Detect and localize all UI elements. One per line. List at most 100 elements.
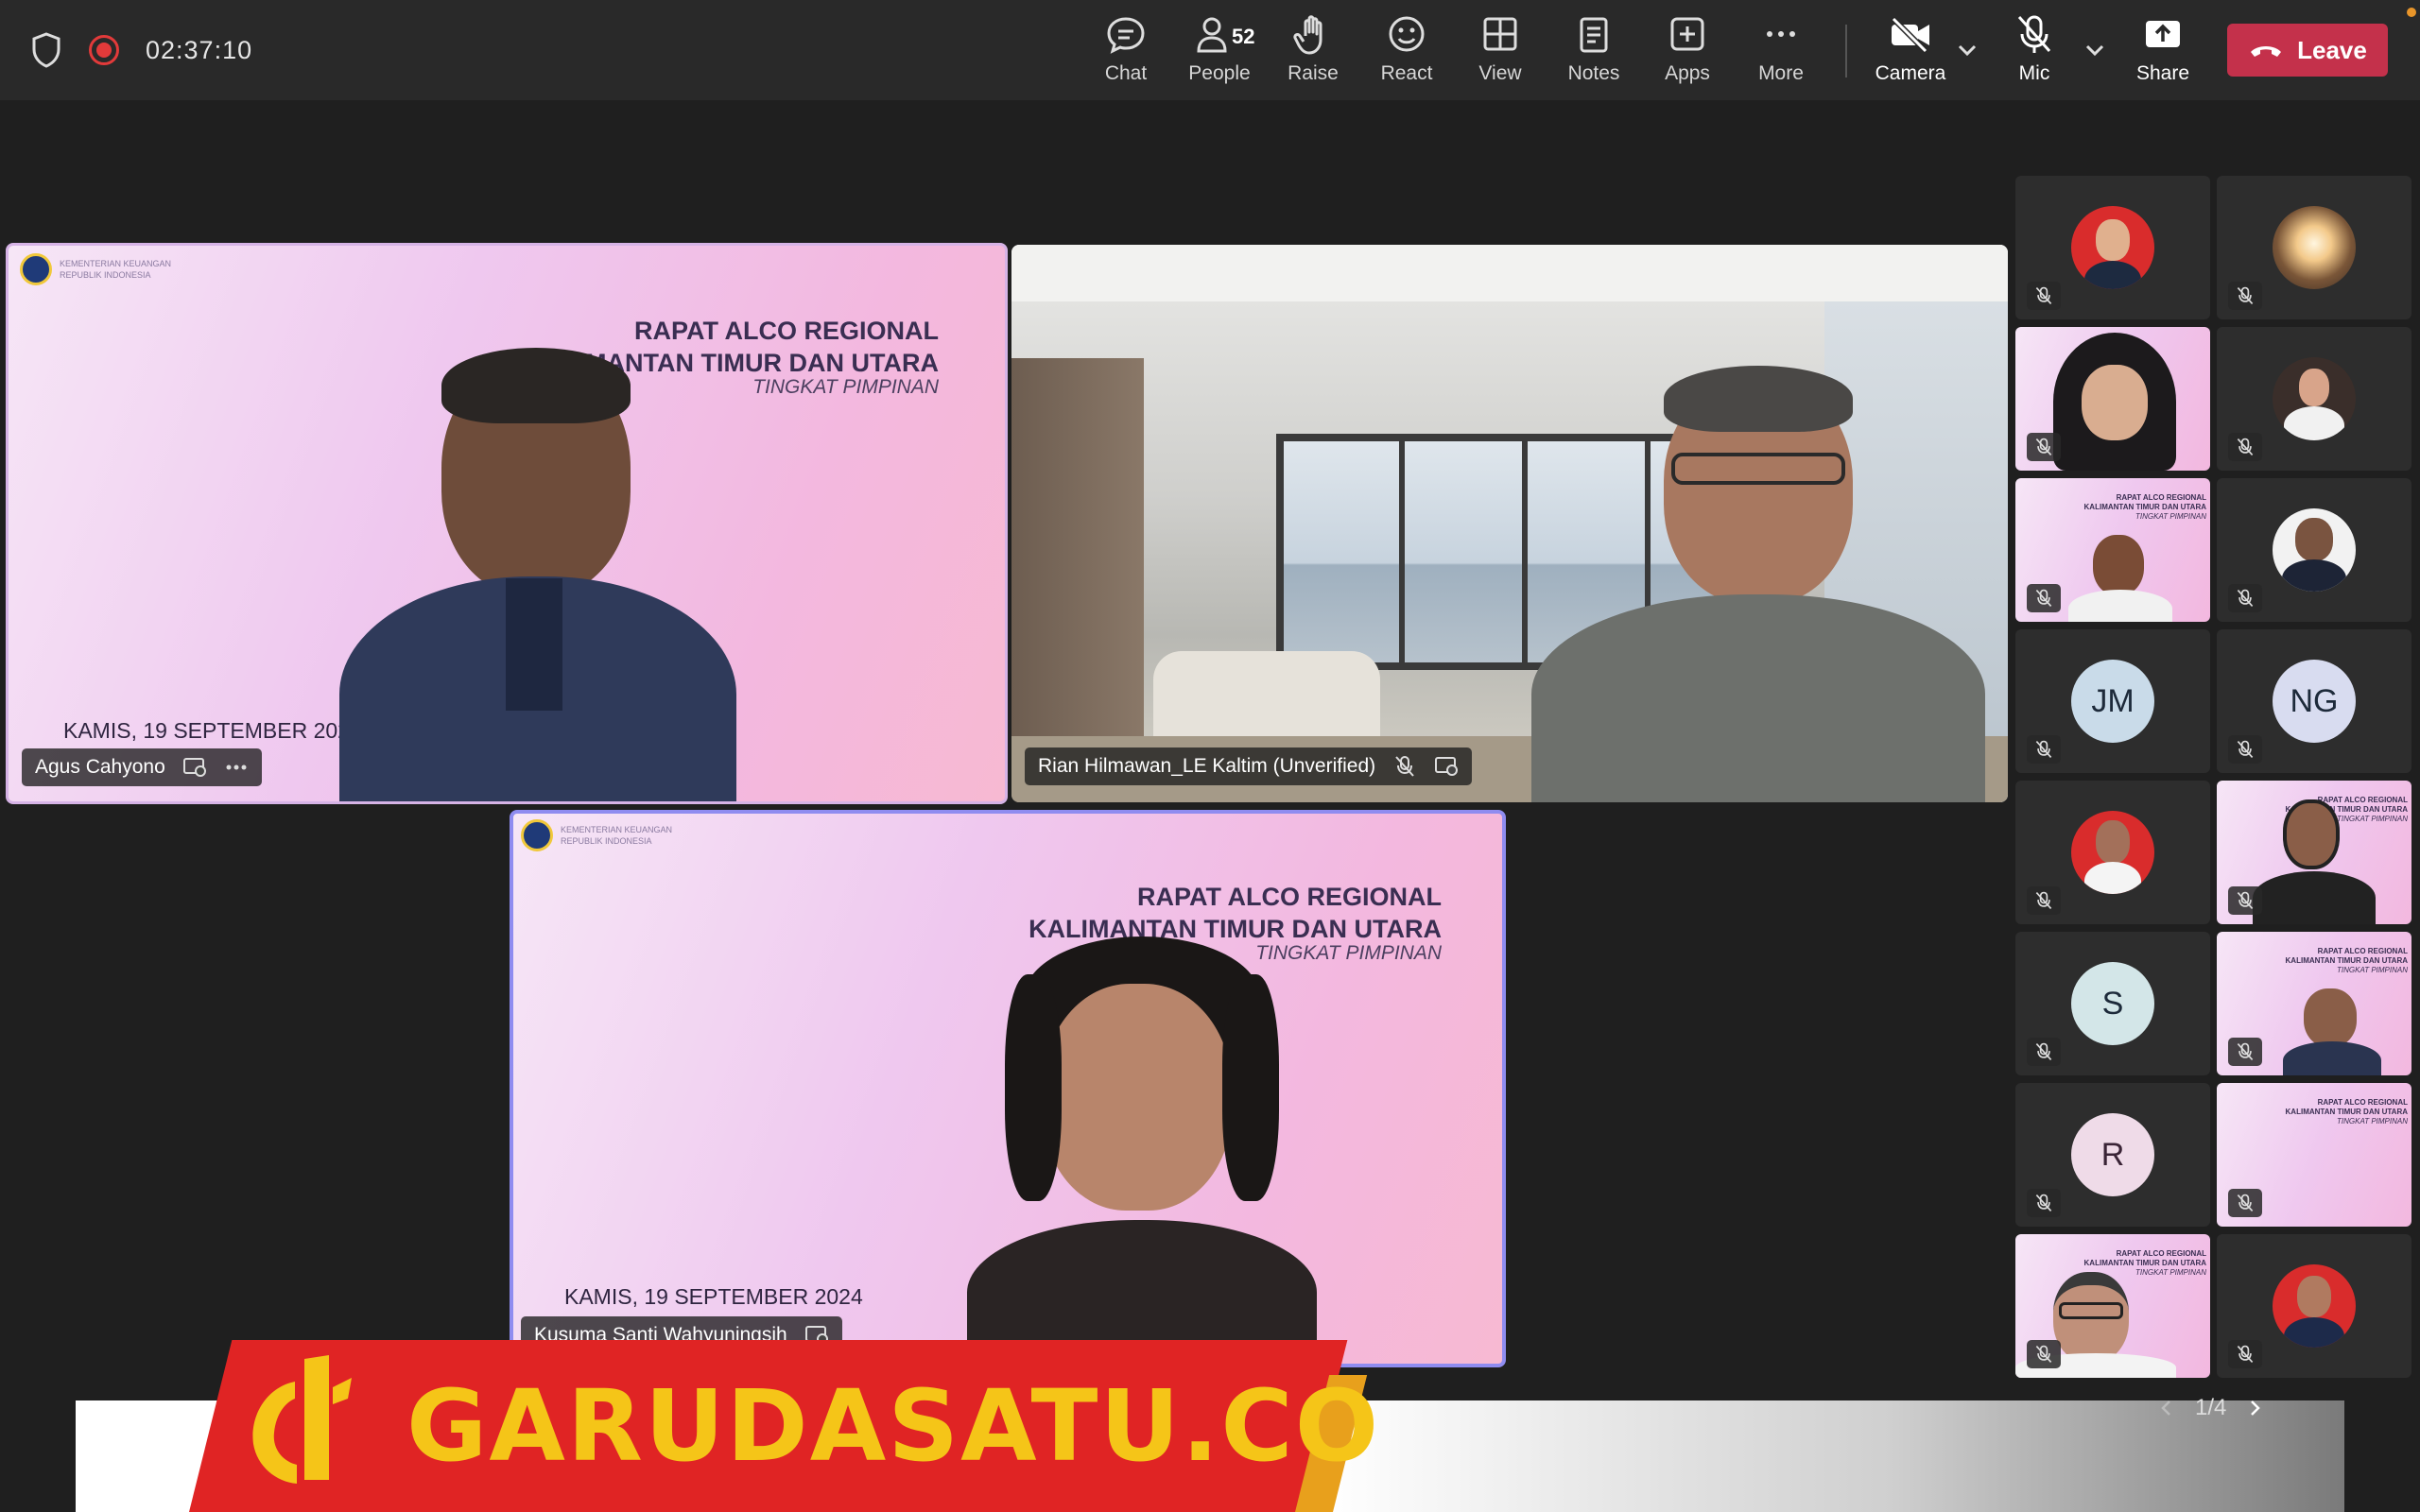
- mic-button[interactable]: Mic: [1992, 13, 2077, 89]
- gallery-tile[interactable]: [2217, 176, 2411, 319]
- mic-off-icon: [2027, 282, 2061, 310]
- ministry-logo-text: KEMENTERIAN KEUANGAN REPUBLIK INDONESIA: [561, 825, 673, 846]
- avatar: [2273, 1264, 2356, 1348]
- notes-icon: [1580, 17, 1608, 53]
- mic-off-icon: [2027, 1189, 2061, 1217]
- share-screen-icon: [2146, 21, 2180, 47]
- previous-page-chevron-icon[interactable]: [2155, 1397, 2178, 1419]
- raise-hand-button[interactable]: Raise: [1270, 13, 1356, 89]
- notes-button[interactable]: Notes: [1551, 13, 1636, 89]
- screen-share-icon: [182, 758, 206, 777]
- next-page-chevron-icon[interactable]: [2243, 1397, 2266, 1419]
- participant-nameplate: Agus Cahyono: [22, 748, 262, 786]
- avatar-initials: NG: [2273, 660, 2356, 743]
- avatar: [2273, 357, 2356, 440]
- mic-off-icon: [2017, 15, 2051, 53]
- people-button[interactable]: 52 People: [1177, 13, 1262, 89]
- gallery-tile[interactable]: RAPAT ALCO REGIONAL KALIMANTAN TIMUR DAN…: [2217, 1083, 2411, 1227]
- gallery-tile[interactable]: [2217, 327, 2411, 471]
- mic-off-icon: [2027, 1340, 2061, 1368]
- hang-up-icon: [2251, 46, 2282, 57]
- more-button[interactable]: More: [1738, 13, 1824, 89]
- meeting-timer: 02:37:10: [146, 35, 253, 64]
- people-count: 52: [1232, 25, 1255, 48]
- gallery-tile[interactable]: RAPAT ALCO REGIONAL KALIMANTAN TIMUR DAN…: [2015, 1234, 2210, 1378]
- participant-video: [339, 340, 736, 801]
- shield-icon[interactable]: [30, 31, 62, 69]
- avatar-initials: R: [2071, 1113, 2154, 1196]
- slide-title: RAPAT ALCO REGIONAL KALIMANTAN TIMUR DAN…: [2285, 947, 2408, 974]
- more-options-icon[interactable]: [224, 756, 249, 779]
- participant-video: [1512, 358, 1985, 802]
- gallery-tile[interactable]: R: [2015, 1083, 2210, 1227]
- camera-options-chevron-icon[interactable]: [1953, 36, 1981, 64]
- video-tile-rian-hilmawan[interactable]: Rian Hilmawan_LE Kaltim (Unverified): [1011, 245, 2008, 802]
- chat-button[interactable]: Chat: [1083, 13, 1168, 89]
- mic-off-icon: [2027, 584, 2061, 612]
- mic-off-icon: [2228, 1340, 2262, 1368]
- notification-dot: [2407, 8, 2416, 17]
- gallery-tile[interactable]: NG: [2217, 629, 2411, 773]
- mic-off-icon: [2228, 1038, 2262, 1066]
- participant-video: [939, 936, 1345, 1364]
- ministry-logo-icon: [521, 819, 553, 851]
- mic-off-icon: [2228, 886, 2262, 915]
- chat-icon: [1107, 17, 1145, 54]
- slide-title: RAPAT ALCO REGIONAL KALIMANTAN TIMUR DAN…: [2083, 493, 2206, 521]
- video-tile-kusuma-santi-wahyuningsih[interactable]: KEMENTERIAN KEUANGAN REPUBLIK INDONESIA R…: [510, 810, 1506, 1367]
- mic-off-icon: [1395, 756, 1414, 777]
- mic-off-icon: [2228, 433, 2262, 461]
- recording-icon: [89, 35, 119, 65]
- avatar-initials: S: [2071, 962, 2154, 1045]
- gallery-tile[interactable]: [2217, 1234, 2411, 1378]
- avatar: [2273, 508, 2356, 592]
- slide-subtitle: TINGKAT PIMPINAN: [752, 376, 939, 398]
- gallery-tile[interactable]: JM: [2015, 629, 2210, 773]
- gallery-tile[interactable]: RAPAT ALCO REGIONAL KALIMANTAN TIMUR DAN…: [2217, 781, 2411, 924]
- camera-off-icon: [1891, 16, 1929, 54]
- mic-off-icon: [2228, 735, 2262, 764]
- screen-share-icon: [1435, 757, 1459, 776]
- leave-button[interactable]: Leave: [2227, 24, 2388, 77]
- apps-button[interactable]: Apps: [1645, 13, 1730, 89]
- mic-off-icon: [2228, 282, 2262, 310]
- raise-hand-icon: [1293, 15, 1322, 55]
- mic-options-chevron-icon[interactable]: [2081, 36, 2109, 64]
- slide-date: KAMIS, 19 SEPTEMBER 2024: [63, 718, 362, 743]
- more-dots-icon: [1767, 31, 1795, 37]
- gallery-tile[interactable]: S: [2015, 932, 2210, 1075]
- ministry-logo-text: KEMENTERIAN KEUANGAN REPUBLIK INDONESIA: [60, 259, 172, 280]
- mic-off-icon: [2228, 584, 2262, 612]
- slide-title: RAPAT ALCO REGIONAL KALIMANTAN TIMUR DAN…: [2285, 1098, 2408, 1125]
- gallery-tile[interactable]: RAPAT ALCO REGIONAL KALIMANTAN TIMUR DAN…: [2217, 932, 2411, 1075]
- mic-off-icon: [2027, 433, 2061, 461]
- gallery-tile[interactable]: [2015, 327, 2210, 471]
- gallery-tile[interactable]: [2015, 781, 2210, 924]
- meeting-toolbar: 02:37:10 Chat 52 People Raise React View…: [0, 0, 2420, 100]
- page-indicator: 1/4: [2195, 1395, 2227, 1420]
- gallery-tile[interactable]: [2217, 478, 2411, 622]
- avatar: [2273, 206, 2356, 289]
- avatar-initials: JM: [2071, 660, 2154, 743]
- ministry-logo-icon: [20, 253, 52, 285]
- share-button[interactable]: Share: [2120, 13, 2205, 89]
- gallery-tile[interactable]: RAPAT ALCO REGIONAL KALIMANTAN TIMUR DAN…: [2015, 478, 2210, 622]
- garuda-logo-icon: [252, 1355, 352, 1484]
- toolbar-divider: [1845, 25, 1847, 77]
- gallery-tile[interactable]: [2015, 176, 2210, 319]
- add-app-icon: [1670, 17, 1704, 51]
- video-tile-agus-cahyono[interactable]: KEMENTERIAN KEUANGAN REPUBLIK INDONESIA R…: [6, 243, 1008, 804]
- grid-view-icon: [1483, 17, 1517, 51]
- avatar: [2071, 811, 2154, 894]
- participant-nameplate: Rian Hilmawan_LE Kaltim (Unverified): [1025, 747, 1473, 785]
- watermark-brand-text: GARUDASATU.CO: [406, 1368, 1381, 1484]
- mic-off-icon: [2027, 1038, 2061, 1066]
- view-button[interactable]: View: [1458, 13, 1543, 89]
- smiley-icon: [1389, 16, 1425, 52]
- slide-date: KAMIS, 19 SEPTEMBER 2024: [564, 1284, 863, 1309]
- react-button[interactable]: React: [1364, 13, 1449, 89]
- mic-off-icon: [2027, 735, 2061, 764]
- meeting-status: 02:37:10: [30, 28, 252, 72]
- camera-button[interactable]: Camera: [1863, 13, 1958, 89]
- mic-off-icon: [2228, 1189, 2262, 1217]
